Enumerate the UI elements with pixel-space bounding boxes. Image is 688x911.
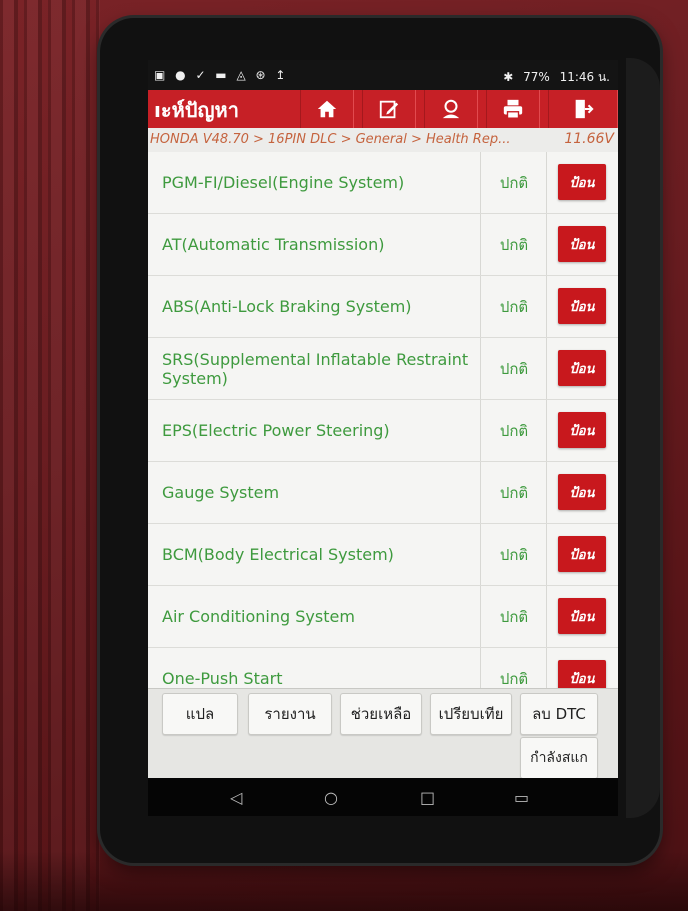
system-row: PGM-FI/Diesel(Engine System) ปกติ ป้อน: [148, 152, 618, 214]
system-status: ปกติ: [482, 276, 547, 337]
breadcrumb: HONDA V48.70 > 16PIN DLC > General > Hea…: [150, 132, 511, 147]
system-row: BCM(Body Electrical System) ปกติ ป้อน: [148, 524, 618, 586]
app-header: ıะห์ปัญหา: [148, 90, 618, 129]
translate-button[interactable]: แปล: [162, 693, 238, 735]
enter-system-button[interactable]: ป้อน: [558, 536, 606, 572]
user-icon: [442, 99, 460, 119]
print-icon: [503, 99, 523, 119]
system-name: ABS(Anti-Lock Braking System): [162, 276, 481, 337]
system-name: BCM(Body Electrical System): [162, 524, 481, 585]
user-button[interactable]: [424, 90, 478, 128]
system-status: ปกติ: [482, 648, 547, 690]
enter-system-button[interactable]: ป้อน: [558, 660, 606, 690]
edit-icon: [379, 100, 399, 119]
screenshot-icon[interactable]: ▭: [514, 788, 529, 807]
recent-apps-icon[interactable]: □: [420, 788, 435, 807]
edit-button[interactable]: [362, 90, 416, 128]
system-row: ABS(Anti-Lock Braking System) ปกติ ป้อน: [148, 276, 618, 338]
enter-system-button[interactable]: ป้อน: [558, 288, 606, 324]
enter-system-button[interactable]: ป้อน: [558, 164, 606, 200]
print-button[interactable]: [486, 90, 540, 128]
system-status: ปกติ: [482, 400, 547, 461]
system-name: One-Push Start: [162, 648, 481, 690]
enter-system-button[interactable]: ป้อน: [558, 598, 606, 634]
android-nav-bar: ◁ ○ □ ▭: [148, 778, 618, 816]
tablet-side-bezel: [626, 58, 660, 818]
exit-icon: [575, 99, 594, 119]
system-name: SRS(Supplemental Inflatable Restraint Sy…: [162, 338, 481, 399]
system-row: One-Push Start ปกติ ป้อน: [148, 648, 618, 690]
tablet-screen: ▣ ● ✓ ▬ ◬ ⊛ ↥ ✱ 77% 11:46 น. ıะห์ปัญหา H…: [148, 60, 618, 778]
clock: 11:46 น.: [559, 70, 610, 84]
back-icon[interactable]: ◁: [230, 788, 242, 807]
help-button[interactable]: ช่วยเหลือ: [340, 693, 422, 735]
page-title: ıะห์ปัญหา: [154, 98, 239, 122]
system-row: AT(Automatic Transmission) ปกติ ป้อน: [148, 214, 618, 276]
system-name: PGM-FI/Diesel(Engine System): [162, 152, 481, 213]
report-button[interactable]: รายงาน: [248, 693, 332, 735]
enter-system-button[interactable]: ป้อน: [558, 412, 606, 448]
compare-button[interactable]: เปรียบเทีย: [430, 693, 512, 735]
system-name: EPS(Electric Power Steering): [162, 400, 481, 461]
system-status: ปกติ: [482, 214, 547, 275]
system-name: Gauge System: [162, 462, 481, 523]
enter-system-button[interactable]: ป้อน: [558, 350, 606, 386]
notification-icons: ▣ ● ✓ ▬ ◬ ⊛ ↥: [154, 68, 289, 82]
breadcrumb-bar: HONDA V48.70 > 16PIN DLC > General > Hea…: [148, 128, 618, 153]
home-icon: [317, 100, 337, 118]
bottom-toolbar: แปล รายงาน ช่วยเหลือ เปรียบเทีย ลบ DTC ก…: [148, 688, 618, 778]
system-row: Air Conditioning System ปกติ ป้อน: [148, 586, 618, 648]
system-row: Gauge System ปกติ ป้อน: [148, 462, 618, 524]
enter-system-button[interactable]: ป้อน: [558, 226, 606, 262]
system-status: ปกติ: [482, 586, 547, 647]
system-row: SRS(Supplemental Inflatable Restraint Sy…: [148, 338, 618, 400]
system-row: EPS(Electric Power Steering) ปกติ ป้อน: [148, 400, 618, 462]
home-button[interactable]: [300, 90, 354, 128]
scanning-button[interactable]: กำลังสแก: [520, 737, 598, 778]
battery-voltage: 11.66V: [564, 131, 614, 147]
exit-button[interactable]: [548, 90, 618, 128]
battery-level: 77%: [523, 70, 550, 84]
bluetooth-icon: ✱: [503, 70, 514, 84]
system-name: AT(Automatic Transmission): [162, 214, 481, 275]
system-status: ปกติ: [482, 338, 547, 399]
enter-system-button[interactable]: ป้อน: [558, 474, 606, 510]
system-status: ปกติ: [482, 462, 547, 523]
status-bar: ▣ ● ✓ ▬ ◬ ⊛ ↥ ✱ 77% 11:46 น.: [148, 60, 618, 90]
system-status: ปกติ: [482, 152, 547, 213]
clear-dtc-button[interactable]: ลบ DTC: [520, 693, 598, 735]
system-status: ปกติ: [482, 524, 547, 585]
home-nav-icon[interactable]: ○: [324, 788, 338, 807]
system-list: PGM-FI/Diesel(Engine System) ปกติ ป้อน AT(A…: [148, 152, 618, 690]
system-name: Air Conditioning System: [162, 586, 481, 647]
status-right: ✱ 77% 11:46 น.: [497, 68, 610, 87]
